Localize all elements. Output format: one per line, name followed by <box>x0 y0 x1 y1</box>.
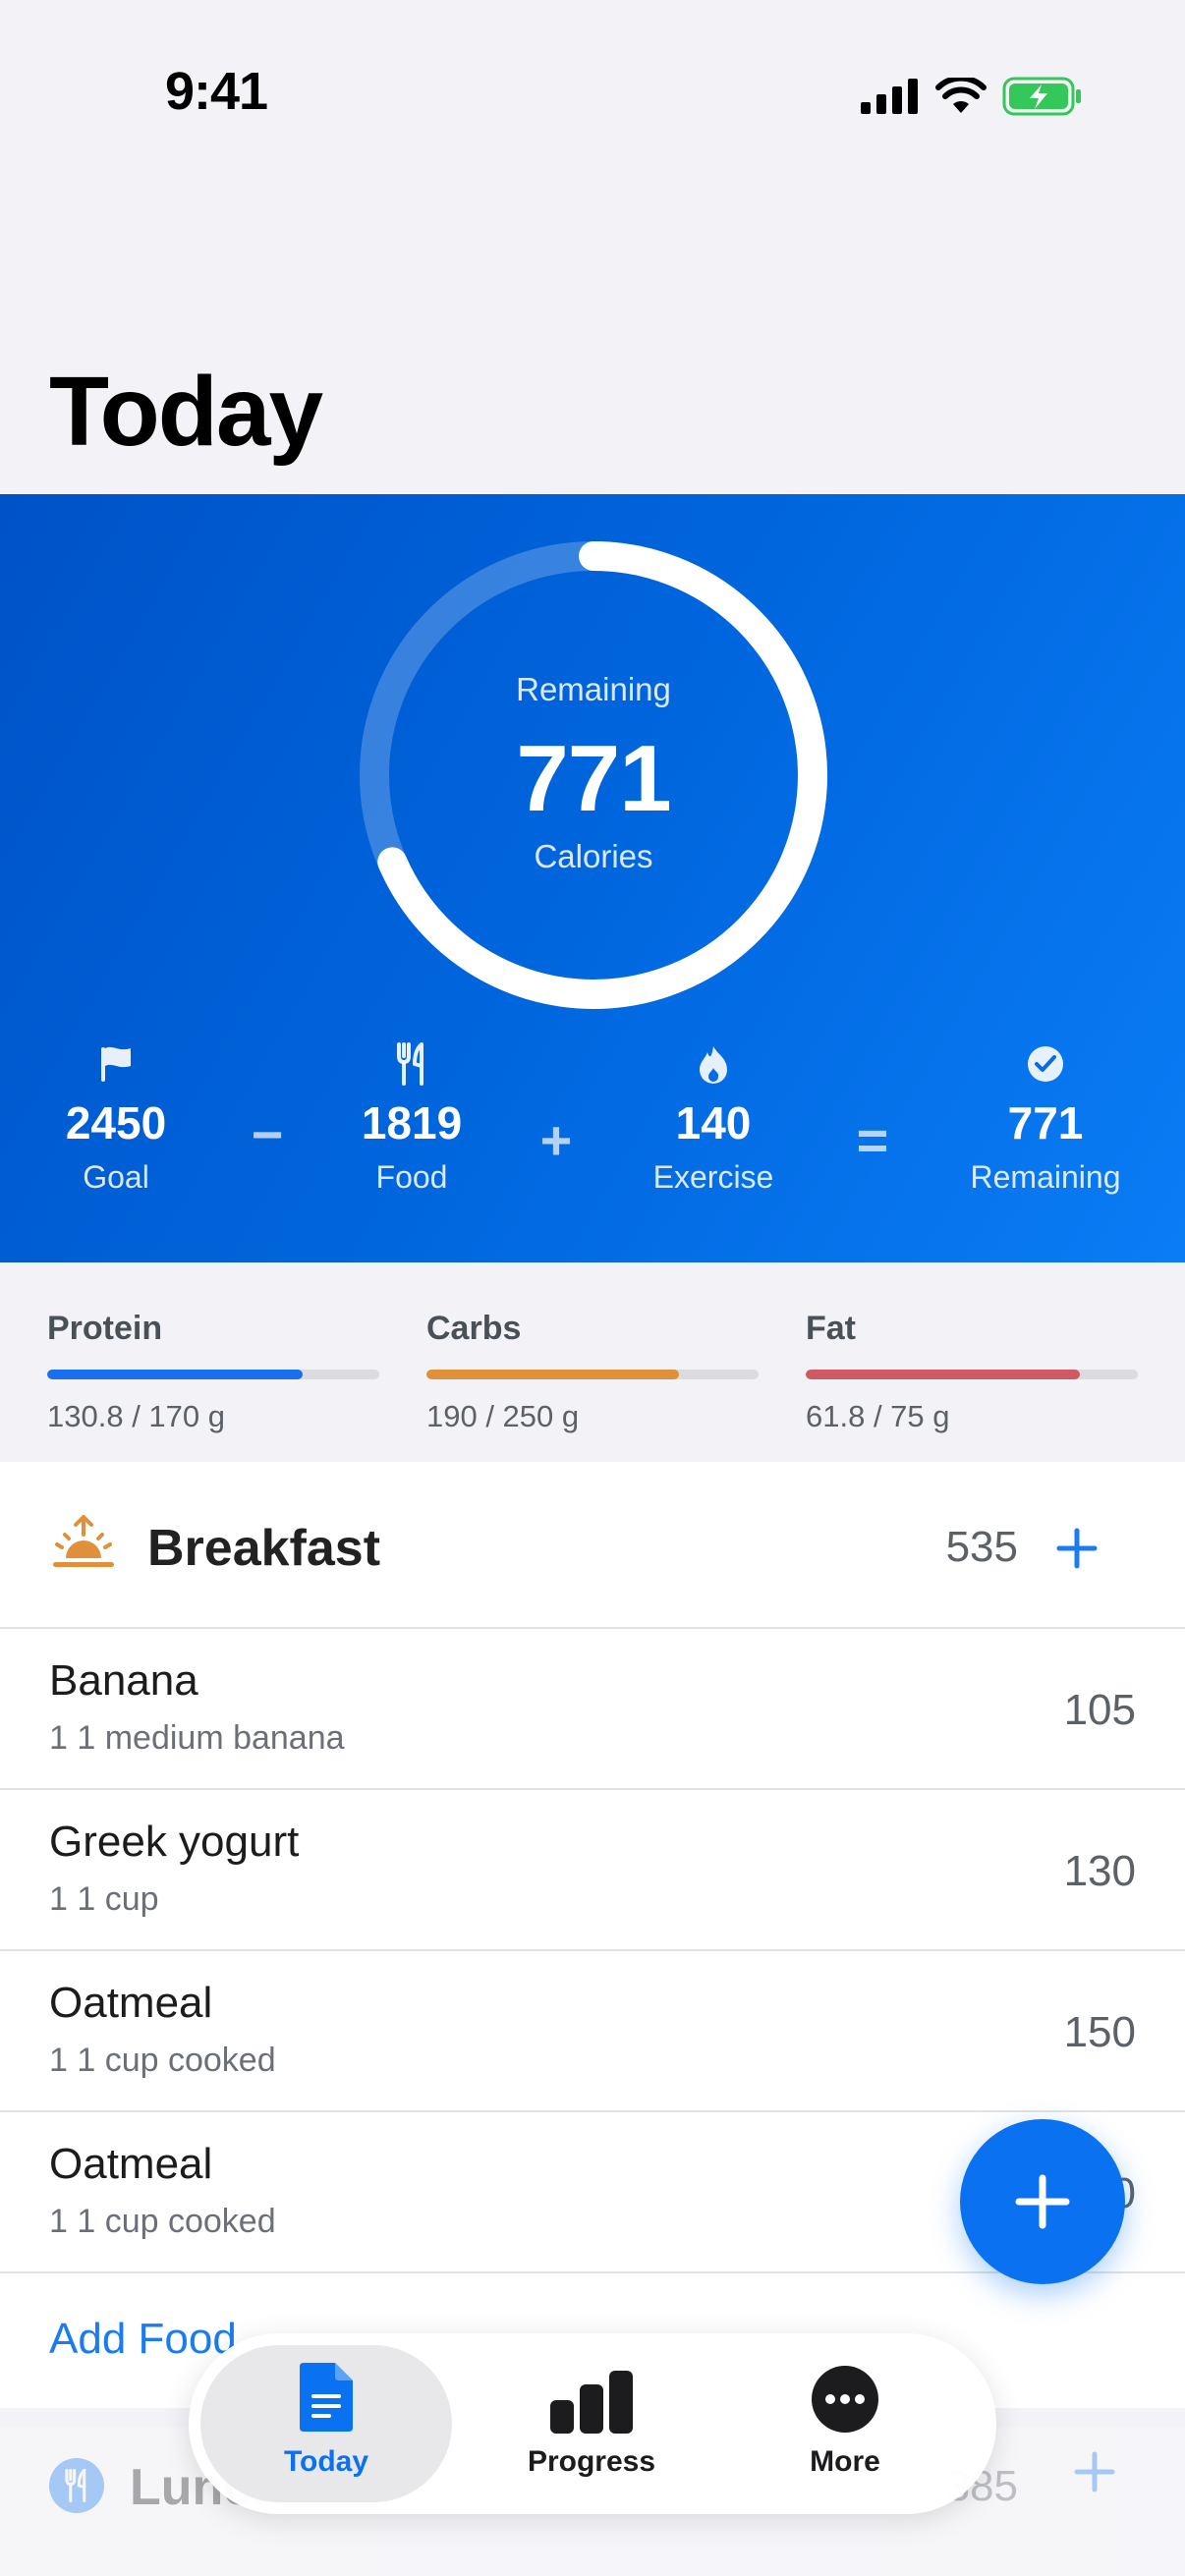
macro-progress-fill <box>806 1370 1080 1379</box>
macro-carbs: Carbs 190 / 250 g <box>426 1310 759 1434</box>
tab-label: Today <box>283 2445 369 2478</box>
macro-amount: 130.8 / 170 g <box>47 1399 225 1433</box>
page-title: Today <box>49 357 323 467</box>
food-column: 1819 Food <box>304 1039 520 1196</box>
status-bar: 9:41 <box>0 0 1185 196</box>
status-time: 9:41 <box>164 62 268 121</box>
plus-icon <box>1056 1528 1098 1569</box>
food-calories: 150 <box>1063 2008 1136 2056</box>
sunrise-icon <box>53 1515 114 1567</box>
cellular-signal-icon <box>861 79 918 114</box>
food-calories: 105 <box>1063 1686 1136 1734</box>
macro-progress-fill <box>47 1370 304 1379</box>
calorie-summary-card: Remaining 771 Calories 2450 Goal − 1819 … <box>0 494 1185 1262</box>
food-value: 1819 <box>361 1097 463 1148</box>
macro-protein: Protein 130.8 / 170 g <box>47 1310 379 1434</box>
remaining-value: 771 <box>1007 1097 1084 1148</box>
tab-label: More <box>810 2445 880 2478</box>
macro-progress-track <box>426 1370 759 1379</box>
flame-icon <box>700 1046 727 1084</box>
status-icons <box>861 71 1083 122</box>
goal-label: Goal <box>83 1159 149 1195</box>
goal-value: 2450 <box>65 1097 167 1148</box>
add-lunch-button[interactable] <box>1073 2450 1116 2498</box>
macros-section: Protein 130.8 / 170 g Carbs 190 / 250 g … <box>0 1262 1185 1462</box>
equals-operator: = <box>856 1109 889 1171</box>
macro-progress-track <box>806 1370 1138 1379</box>
macro-name: Protein <box>47 1310 163 1347</box>
food-name: Greek yogurt <box>49 1818 300 1866</box>
food-serving: 1 1 medium banana <box>49 1719 345 1757</box>
macro-progress-track <box>47 1370 379 1379</box>
macro-fat: Fat 61.8 / 75 g <box>806 1310 1138 1434</box>
meal-title: Breakfast <box>147 1520 381 1577</box>
document-icon <box>300 2363 353 2432</box>
fork-knife-icon <box>397 1042 423 1086</box>
minus-operator: − <box>251 1103 284 1165</box>
macro-progress-fill <box>426 1370 679 1379</box>
tab-bar: Today Progress More <box>189 2333 996 2514</box>
bar-chart-icon <box>550 2371 633 2434</box>
add-breakfast-button[interactable] <box>1038 1509 1116 1588</box>
battery-charging-icon <box>1002 77 1081 116</box>
checkmark-circle-icon <box>1028 1046 1063 1082</box>
plus-operator: + <box>539 1109 573 1171</box>
flag-icon <box>101 1046 131 1082</box>
tab-progress[interactable]: Progress <box>466 2345 717 2502</box>
ring-top-label: Remaining <box>516 671 671 707</box>
remaining-calories-value: 771 <box>516 726 671 831</box>
food-name: Oatmeal <box>49 1979 213 2027</box>
macro-amount: 61.8 / 75 g <box>806 1399 950 1433</box>
remaining-column: 771 Remaining <box>937 1039 1154 1196</box>
food-serving: 1 1 cup <box>49 1880 159 1918</box>
ellipsis-circle-icon <box>812 2366 878 2433</box>
food-name: Oatmeal <box>49 2140 213 2188</box>
plus-icon <box>1015 2174 1070 2229</box>
food-calories: 130 <box>1063 1847 1136 1895</box>
meal-total-calories: 535 <box>945 1523 1018 1571</box>
fork-knife-icon <box>49 2458 104 2513</box>
ring-bottom-label: Calories <box>534 838 653 874</box>
macro-name: Carbs <box>426 1310 522 1347</box>
add-entry-fab[interactable] <box>960 2119 1125 2284</box>
tab-today[interactable]: Today <box>200 2345 452 2502</box>
exercise-column: 140 Exercise <box>605 1039 821 1196</box>
calorie-equation: 2450 Goal − 1819 Food + 140 Exercise = 7… <box>0 1039 1185 1236</box>
exercise-label: Exercise <box>652 1159 774 1195</box>
food-row[interactable]: Greek yogurt 1 1 cup 130 <box>0 1790 1185 1951</box>
tab-label: Progress <box>527 2445 656 2478</box>
plus-icon <box>1074 2451 1115 2492</box>
macro-amount: 190 / 250 g <box>426 1399 580 1433</box>
tab-more[interactable]: More <box>719 2345 971 2502</box>
food-row[interactable]: Oatmeal 1 1 cup cooked 150 <box>0 1951 1185 2112</box>
food-name: Banana <box>49 1656 198 1705</box>
breakfast-header[interactable]: Breakfast 535 <box>0 1462 1185 1629</box>
wifi-icon <box>935 78 987 113</box>
remaining-label: Remaining <box>970 1159 1121 1195</box>
macro-name: Fat <box>806 1310 856 1347</box>
food-row[interactable]: Banana 1 1 medium banana 105 <box>0 1629 1185 1790</box>
food-serving: 1 1 cup cooked <box>49 2203 276 2240</box>
food-serving: 1 1 cup cooked <box>49 2042 276 2079</box>
food-label: Food <box>375 1159 448 1195</box>
exercise-value: 140 <box>675 1097 752 1148</box>
goal-column: 2450 Goal <box>8 1039 224 1196</box>
